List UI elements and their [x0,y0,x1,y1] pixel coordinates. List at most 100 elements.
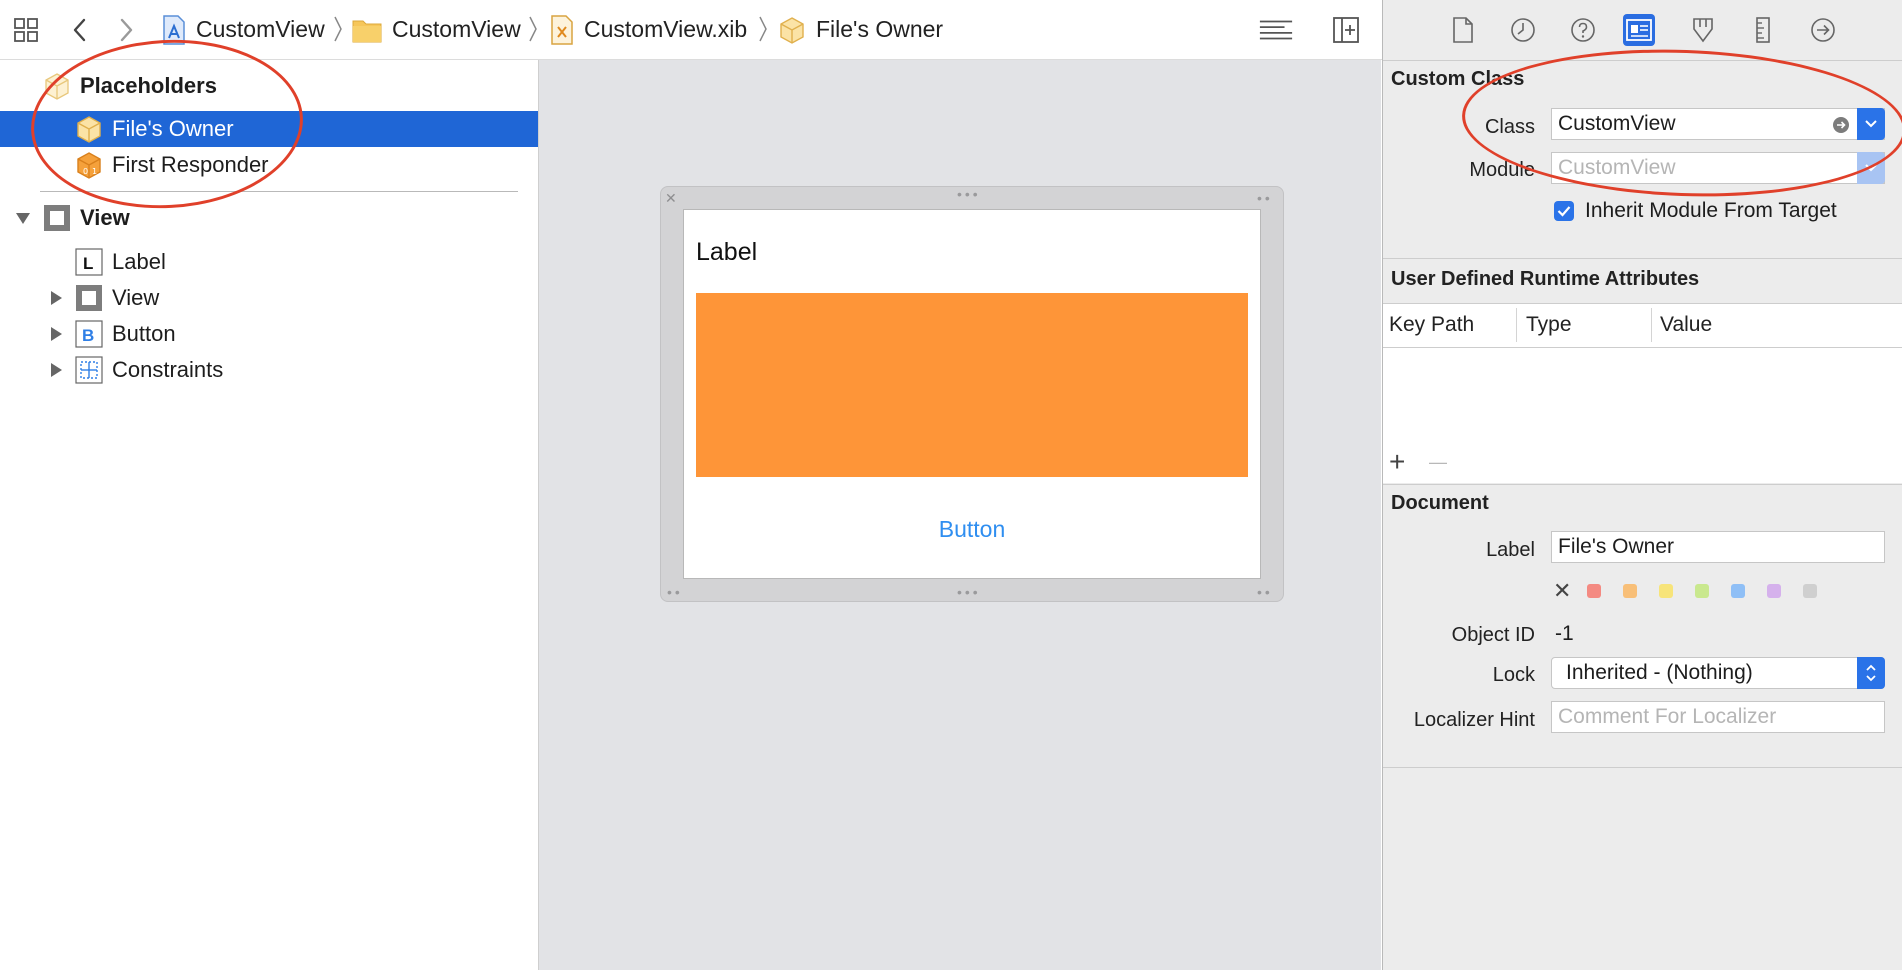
add-editor-icon[interactable] [1328,12,1364,48]
xcode-project-icon [162,14,186,45]
lock-popup-button[interactable] [1857,657,1885,689]
attributes-inspector-icon[interactable] [1687,14,1719,46]
canvas-button[interactable]: Button [684,516,1260,543]
breadcrumb-separator-icon [528,14,538,44]
outline-item-view[interactable]: View [0,200,538,236]
go-to-class-arrow-icon[interactable] [1832,116,1850,134]
inspector-tab-bar [1383,0,1902,60]
canvas-orange-view[interactable] [696,293,1248,477]
column-header-key-path[interactable]: Key Path [1389,303,1474,347]
view-icon [43,204,71,232]
label-icon: L [75,248,103,276]
outline-placeholders-group[interactable]: Placeholders [0,68,538,104]
checkbox-checked-icon[interactable] [1553,200,1575,222]
divider [1383,60,1902,61]
outline-item-constraints[interactable]: Constraints [0,352,538,388]
forward-chevron-icon[interactable] [108,12,144,48]
breadcrumb-xib-file[interactable]: CustomView.xib [550,0,747,59]
class-value: CustomView [1558,112,1676,135]
svg-text:0: 0 [83,167,88,176]
file-inspector-icon[interactable] [1447,14,1479,46]
module-combobox[interactable]: CustomView [1551,152,1885,184]
outline-item-first-responder[interactable]: 01 First Responder [0,147,538,183]
localizer-hint-label: Localizer Hint [1413,709,1535,731]
identity-inspector-icon[interactable] [1623,14,1655,46]
xib-file-icon [550,14,574,45]
class-dropdown-button[interactable] [1857,108,1885,140]
custom-view-content[interactable]: Label Button [683,209,1261,579]
interface-builder-canvas[interactable]: ✕ ••• ••• •• •• •• Label Button [539,60,1381,970]
outline-item-button[interactable]: B Button [0,316,538,352]
lock-popup[interactable]: Inherited - (Nothing) [1551,657,1885,689]
jump-bar: CustomView CustomView CustomView.xib Fil… [0,0,1382,60]
identity-inspector: Custom Class Class CustomView Module Cus… [1382,0,1902,970]
first-responder-cube-icon: 01 [75,151,103,179]
resize-handle-corner-icon[interactable]: •• [1257,585,1273,599]
placeholder-cube-icon [75,115,103,143]
breadcrumb-files-owner[interactable]: File's Owner [778,0,943,59]
section-title-document: Document [1391,492,1489,514]
column-header-value[interactable]: Value [1660,303,1712,347]
divider [1383,347,1902,348]
chevron-down-icon [1865,164,1877,172]
class-combobox[interactable]: CustomView [1551,108,1885,140]
disclosure-collapsed-icon[interactable] [47,361,65,379]
size-inspector-icon[interactable] [1747,14,1779,46]
placeholder-cube-icon [778,16,806,44]
outline-divider [40,191,518,192]
inherit-module-label: Inherit Module From Target [1585,199,1837,222]
column-header-type[interactable]: Type [1526,303,1572,347]
outline-item-files-owner[interactable]: File's Owner [0,111,538,147]
close-scene-icon[interactable]: ✕ [665,191,679,205]
outline-item-label[interactable]: L Label [0,244,538,280]
resize-handle-bottom-icon[interactable]: ••• [957,585,981,599]
document-label-value: File's Owner [1558,535,1675,558]
resize-handle-top-icon[interactable]: ••• [957,187,981,201]
related-items-icon[interactable] [8,12,44,48]
color-label-orange-swatch[interactable] [1623,584,1637,598]
remove-attribute-button[interactable]: — [1429,452,1447,472]
document-label-field[interactable]: File's Owner [1551,531,1885,563]
disclosure-collapsed-icon[interactable] [47,325,65,343]
canvas-label[interactable]: Label [696,238,757,267]
custom-view-scene[interactable]: ✕ ••• ••• •• •• •• Label Button [660,186,1284,602]
color-label-gray-swatch[interactable] [1803,584,1817,598]
module-label: Module [1469,159,1535,181]
color-label-red-swatch[interactable] [1587,584,1601,598]
breadcrumb-separator-icon [333,14,343,44]
add-attribute-button[interactable]: + [1389,448,1405,476]
disclosure-collapsed-icon[interactable] [47,289,65,307]
section-title-custom-class: Custom Class [1391,68,1525,90]
view-icon [75,284,103,312]
module-dropdown-button[interactable] [1857,152,1885,184]
color-label-yellow-swatch[interactable] [1659,584,1673,598]
quick-help-icon[interactable] [1567,14,1599,46]
color-label-green-swatch[interactable] [1695,584,1709,598]
divider [1383,258,1902,259]
resize-handle-corner-icon[interactable]: •• [1257,191,1273,205]
localizer-hint-field[interactable]: Comment For Localizer [1551,701,1885,733]
resize-handle-corner-icon[interactable]: •• [667,585,683,599]
history-clock-icon[interactable] [1507,14,1539,46]
color-label-purple-swatch[interactable] [1767,584,1781,598]
divider [1383,484,1902,485]
chevron-down-icon [1865,120,1877,128]
module-placeholder: CustomView [1558,156,1676,179]
disclosure-expanded-icon[interactable] [14,209,32,227]
clear-color-label-button[interactable]: ✕ [1553,580,1571,602]
breadcrumb-folder[interactable]: CustomView [352,0,521,59]
up-down-chevron-icon [1866,664,1876,682]
outline-item-subview[interactable]: View [0,280,538,316]
connections-inspector-icon[interactable] [1807,14,1839,46]
inherit-module-checkbox[interactable]: Inherit Module From Target [1553,199,1837,223]
lock-label: Lock [1492,664,1535,686]
document-outline: Placeholders File's Owner 01 First Respo… [0,60,539,970]
color-label-blue-swatch[interactable] [1731,584,1745,598]
object-id-label: Object ID [1451,624,1535,646]
svg-text:B: B [82,326,94,345]
breadcrumb-project[interactable]: CustomView [162,0,325,59]
document-label-label: Label [1486,539,1535,561]
document-items-icon[interactable] [1258,12,1294,48]
back-chevron-icon[interactable] [62,12,98,48]
constraints-icon [75,356,103,384]
